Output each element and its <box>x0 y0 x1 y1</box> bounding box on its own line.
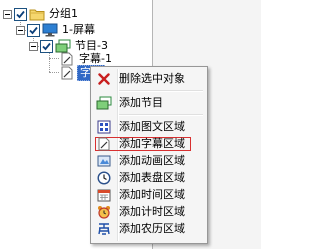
menu-item-label: 添加节目 <box>119 96 163 109</box>
menu-item-label: 添加时间区域 <box>119 188 185 201</box>
menu-item-label: 添加农历区域 <box>119 222 185 235</box>
folder-icon <box>29 7 45 21</box>
node-checkbox[interactable] <box>27 23 40 37</box>
menu-item-label: 删除选中对象 <box>119 72 185 85</box>
animation-icon <box>93 153 115 169</box>
alarm-clock-icon <box>93 204 115 220</box>
monitor-icon <box>42 23 58 37</box>
lunar-calendar-icon <box>93 221 115 237</box>
document-icon <box>59 66 75 80</box>
menu-item-label: 添加计时区域 <box>119 205 185 218</box>
tree-connector <box>49 58 59 59</box>
menu-separator <box>119 90 203 92</box>
menu-item-add-program[interactable]: 添加节目 <box>93 95 205 111</box>
calendar-icon <box>93 187 115 203</box>
menu-item-add-subtitle-area[interactable]: 添加字幕区域 <box>93 136 205 152</box>
collapse-toggle-icon[interactable] <box>29 41 38 51</box>
context-menu: 删除选中对象 添加节目 添加图文区域 添加字幕区域 添加动画区域 添加表盘区域 … <box>90 66 208 244</box>
menu-item-add-lunar-area[interactable]: 添加农历区域 <box>93 221 205 237</box>
collapse-toggle-icon[interactable] <box>3 9 12 19</box>
menu-item-label: 添加表盘区域 <box>119 171 185 184</box>
menu-item-delete-selected[interactable]: 删除选中对象 <box>93 71 205 87</box>
collapse-toggle-icon[interactable] <box>16 25 25 35</box>
tree-node-label: 1-屏幕 <box>62 23 95 36</box>
image-text-icon <box>93 119 115 135</box>
tree-node-group[interactable]: 分组1 <box>3 6 80 22</box>
menu-item-add-timer-area[interactable]: 添加计时区域 <box>93 204 205 220</box>
delete-x-icon <box>93 71 115 87</box>
tree-node-label: 字幕-1 <box>79 52 112 65</box>
menu-item-label: 添加图文区域 <box>119 120 185 133</box>
menu-item-add-dial-area[interactable]: 添加表盘区域 <box>93 170 205 186</box>
menu-item-add-image-text-area[interactable]: 添加图文区域 <box>93 119 205 135</box>
tree-connector <box>49 72 59 73</box>
tree-node-label: 分组1 <box>49 7 78 20</box>
menu-item-add-time-area[interactable]: 添加时间区域 <box>93 187 205 203</box>
subtitle-icon <box>93 136 115 152</box>
menu-item-label: 添加动画区域 <box>119 154 185 167</box>
menu-item-add-animation-area[interactable]: 添加动画区域 <box>93 153 205 169</box>
node-checkbox[interactable] <box>14 7 27 21</box>
document-icon <box>59 52 75 66</box>
program-icon <box>93 95 115 111</box>
tree-node-screen[interactable]: 1-屏幕 <box>16 22 97 38</box>
node-checkbox[interactable] <box>40 39 53 53</box>
menu-item-label: 添加字幕区域 <box>119 137 185 150</box>
menu-separator <box>119 114 203 116</box>
clock-dial-icon <box>93 170 115 186</box>
